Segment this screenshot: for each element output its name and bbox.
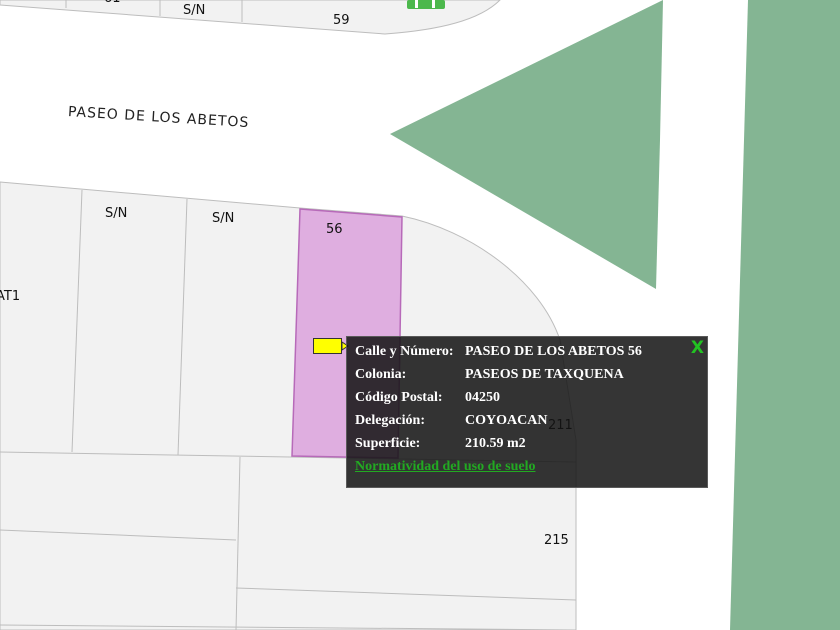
lot-label-59: 59	[333, 13, 350, 28]
popup-row-surface: Superficie: 210.59 m2	[355, 436, 526, 452]
delegacion-value: COYOACAN	[465, 413, 548, 428]
lot-label-sn-2: S/N	[212, 211, 235, 226]
green-strip	[730, 0, 840, 630]
popup-row-postal-code: Código Postal: 04250	[355, 390, 500, 406]
postal-code-label: Código Postal:	[355, 390, 443, 405]
yellow-flag-icon[interactable]	[313, 337, 349, 355]
lot-label-top-sn: S/N	[183, 3, 206, 18]
lot-label-left-partial: AT1	[0, 289, 21, 304]
postal-code-value: 04250	[465, 390, 500, 405]
popup-row-colonia: Colonia: PASEOS DE TAXQUENA	[355, 367, 624, 383]
lot-label-top-partial: 61	[104, 0, 121, 6]
colonia-value: PASEOS DE TAXQUENA	[465, 367, 624, 382]
popup-row-delegacion: Delegación: COYOACAN	[355, 413, 547, 429]
land-use-link[interactable]: Normatividad del uso de suelo	[355, 459, 535, 475]
surface-label: Superficie:	[355, 436, 421, 451]
lot-label-sn-1: S/N	[105, 206, 128, 221]
info-popup: X Calle y Número: PASEO DE LOS ABETOS 56 …	[346, 336, 708, 488]
green-sign-icon[interactable]	[407, 0, 445, 9]
map-canvas[interactable]	[0, 0, 840, 630]
address-label: Calle y Número:	[355, 344, 454, 359]
popup-row-address: Calle y Número: PASEO DE LOS ABETOS 56	[355, 344, 642, 360]
colonia-label: Colonia:	[355, 367, 407, 382]
lot-label-215: 215	[544, 533, 569, 548]
close-button[interactable]: X	[691, 338, 704, 358]
delegacion-label: Delegación:	[355, 413, 425, 428]
lot-label-56: 56	[326, 222, 343, 237]
surface-value: 210.59 m2	[465, 436, 526, 451]
address-value: PASEO DE LOS ABETOS 56	[465, 344, 642, 359]
